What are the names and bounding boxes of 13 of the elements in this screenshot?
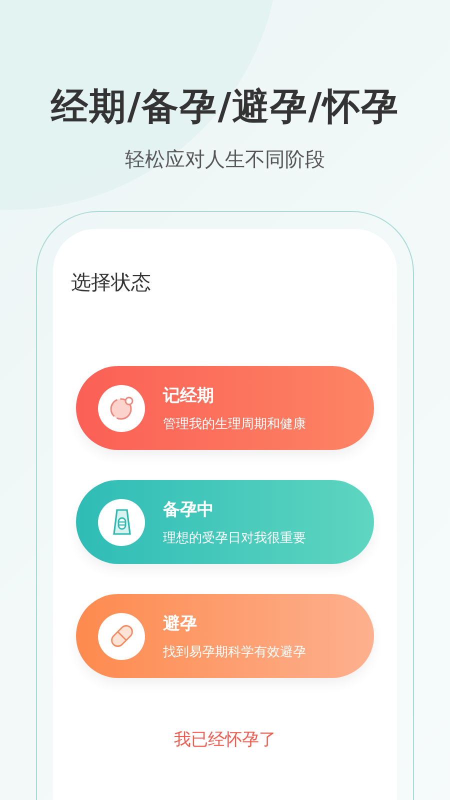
- option-title: 避孕: [163, 612, 198, 634]
- option-description: 找到易孕期科学有效避孕: [163, 644, 306, 660]
- card-title: 选择状态: [71, 269, 151, 296]
- option-title: 记经期: [163, 384, 215, 406]
- subtitle: 轻松应对人生不同阶段: [125, 146, 325, 173]
- pregnant-link[interactable]: 我已经怀孕了: [174, 728, 276, 751]
- status-option[interactable]: 记经期 管理我的生理周期和健康: [76, 366, 374, 450]
- option-description: 理想的受孕日对我很重要: [163, 530, 306, 546]
- status-option[interactable]: 避孕 找到易孕期科学有效避孕: [76, 594, 374, 678]
- headline: 经期/备孕/避孕/怀孕: [51, 84, 399, 130]
- status-option[interactable]: 备孕中 理想的受孕日对我很重要: [76, 480, 374, 564]
- option-description: 管理我的生理周期和健康: [163, 416, 306, 432]
- option-title: 备孕中: [163, 498, 215, 520]
